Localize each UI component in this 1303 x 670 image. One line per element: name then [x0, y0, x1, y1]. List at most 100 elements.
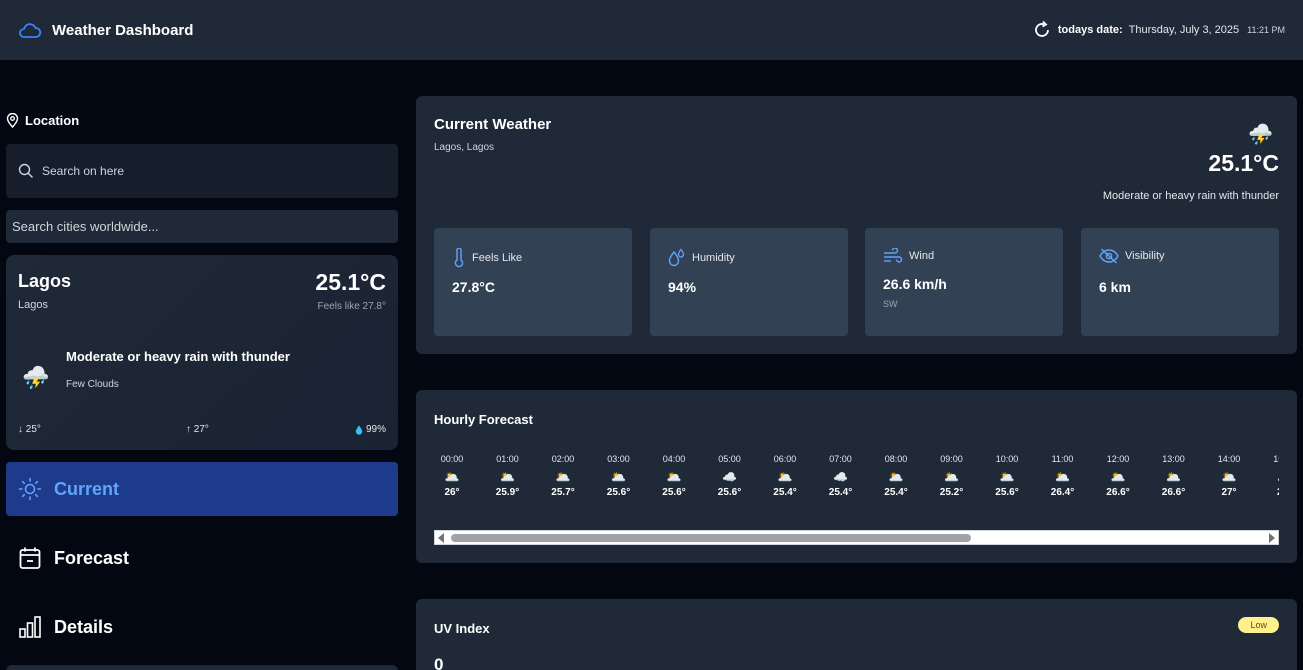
city-search-input[interactable] [6, 210, 398, 243]
calendar-icon [18, 546, 42, 570]
location-label: Location [25, 113, 80, 128]
hour-temp: 27° [1267, 487, 1279, 498]
nav-details-label: Details [54, 616, 114, 637]
card-low-temp: ↓ 25° [18, 424, 41, 435]
metric-visibility: Visibility 6 km [1081, 228, 1279, 336]
top-bar: Weather Dashboard todays date: Thursday,… [0, 0, 1303, 60]
card-city: Lagos [18, 271, 72, 291]
hour-item: 05:00 ☁️ 25.6° [712, 454, 748, 498]
hour-time: 01:00 [496, 454, 519, 464]
scroll-right-icon[interactable] [1269, 533, 1275, 543]
scroll-left-icon[interactable] [438, 533, 444, 543]
thunder-rain-icon: ⛈️ [1248, 124, 1273, 146]
hour-time: 03:00 [607, 454, 630, 464]
metric-label: Humidity [692, 252, 735, 264]
hour-item: 08:00 🌥️ 25.4° [878, 454, 914, 498]
metric-value: 26.6 km/h [883, 276, 947, 292]
current-temperature: 25.1°C [1208, 150, 1279, 176]
metric-value: 6 km [1099, 279, 1131, 295]
hour-temp: 26.6° [1106, 487, 1130, 498]
uv-index-value: 0 [434, 655, 444, 670]
date-display: todays date: Thursday, July 3, 2025 11:2… [1032, 20, 1285, 40]
hourly-scrollbar[interactable] [434, 530, 1279, 545]
partly-cloudy-icon: 🌥️ [1267, 470, 1279, 484]
uv-level-badge: Low [1238, 617, 1279, 633]
nav-forecast[interactable]: Forecast [6, 531, 398, 585]
metric-feels-like: Feels Like 27.8°C [434, 228, 632, 336]
hour-item: 02:00 🌥️ 25.7° [545, 454, 581, 498]
hour-time: 08:00 [884, 454, 908, 464]
hour-temp: 27° [1221, 487, 1237, 498]
hour-temp: 25.6° [662, 487, 686, 498]
hour-time: 06:00 [773, 454, 797, 464]
card-condition: Moderate or heavy rain with thunder [66, 349, 290, 364]
hour-time: 09:00 [940, 454, 963, 464]
scroll-thumb[interactable] [451, 534, 971, 542]
current-weather-panel: Current Weather Lagos, Lagos ⛈️ 25.1°C M… [416, 96, 1297, 354]
hour-temp: 25.4° [773, 487, 797, 498]
hour-time: 15:00 [1273, 454, 1279, 464]
partly-cloudy-icon: 🌥️ [500, 470, 515, 484]
search-icon [18, 163, 34, 179]
time-value: 11:21 PM [1247, 25, 1285, 35]
current-description: Moderate or heavy rain with thunder [1102, 190, 1279, 202]
metric-wind: Wind 26.6 km/h SW [865, 228, 1063, 336]
hour-temp: 26.6° [1161, 487, 1186, 498]
partly-cloudy-icon: 🌥️ [777, 470, 793, 484]
hour-temp: 25.6° [717, 487, 742, 498]
hour-item: 15:00 🌥️ 27° [1267, 454, 1279, 498]
nav-current-label: Current [54, 478, 120, 499]
metric-label: Feels Like [472, 252, 523, 264]
sidebar-footer-card [6, 665, 398, 670]
metric-label: Visibility [1125, 250, 1165, 262]
metric-value: 94% [668, 279, 697, 295]
hour-temp: 25.6° [995, 487, 1019, 498]
partly-cloudy-icon: 🌥️ [611, 470, 626, 484]
date-label: todays date: [1057, 24, 1123, 36]
location-card[interactable]: Lagos Lagos 25.1°C Feels like 27.8° ⛈️ M… [6, 255, 398, 450]
hour-time: 13:00 [1162, 454, 1185, 464]
hourly-list[interactable]: 00:00 🌥️ 26° 01:00 🌥️ 25.9° 02:00 🌥️ 25.7° 03:00 🌥… [434, 454, 1279, 514]
nav-current[interactable]: Current [6, 462, 398, 516]
partly-cloudy-icon: 🌥️ [1055, 470, 1070, 484]
location-search[interactable]: Search on here [6, 144, 398, 198]
uv-index-panel: UV Index Low 0 [416, 599, 1297, 670]
hourly-forecast-panel: Hourly Forecast 00:00 🌥️ 26° 01:00 🌥️ 25.9° 02… [416, 390, 1297, 563]
map-pin-icon [6, 113, 19, 128]
hour-temp: 26° [444, 487, 460, 498]
card-region: Lagos [18, 299, 48, 311]
nav-details[interactable]: Details [6, 600, 398, 654]
partly-cloudy-icon: 🌥️ [1110, 470, 1126, 484]
wind-direction: SW [883, 299, 898, 309]
location-heading: Location [6, 113, 79, 128]
card-precipitation: 99% [355, 424, 386, 435]
hour-time: 11:00 [1051, 454, 1074, 464]
hour-time: 02:00 [551, 454, 575, 464]
hour-temp: 26.4° [1050, 487, 1075, 498]
hour-time: 12:00 [1106, 454, 1130, 464]
hour-item: 10:00 🌥️ 25.6° [989, 454, 1025, 498]
hour-temp: 25.2° [939, 487, 964, 498]
eye-off-icon [1099, 248, 1119, 264]
partly-cloudy-icon: 🌥️ [1166, 470, 1181, 484]
metric-value: 27.8°C [452, 279, 495, 295]
hour-item: 13:00 🌥️ 26.6° [1156, 454, 1192, 498]
card-high-temp: ↑ 27° [186, 424, 209, 435]
hour-temp: 25.6° [606, 487, 631, 498]
hour-time: 10:00 [995, 454, 1019, 464]
hour-time: 00:00 [440, 454, 464, 464]
hour-item: 12:00 🌥️ 26.6° [1100, 454, 1136, 498]
metric-humidity: Humidity 94% [650, 228, 848, 336]
hour-item: 07:00 ☁️ 25.4° [823, 454, 859, 498]
bar-chart-icon [18, 615, 42, 639]
partly-cloudy-icon: ☁️ [722, 470, 737, 484]
search-label: Search on here [42, 164, 125, 178]
date-value: Thursday, July 3, 2025 [1128, 24, 1240, 36]
partly-cloudy-icon: 🌥️ [944, 470, 959, 484]
thunder-rain-icon: ⛈️ [22, 365, 50, 390]
hour-time: 04:00 [662, 454, 686, 464]
hour-temp: 25.4° [884, 487, 908, 498]
refresh-icon[interactable] [1032, 20, 1052, 40]
nav-forecast-label: Forecast [54, 547, 130, 568]
hour-item: 03:00 🌥️ 25.6° [601, 454, 637, 498]
